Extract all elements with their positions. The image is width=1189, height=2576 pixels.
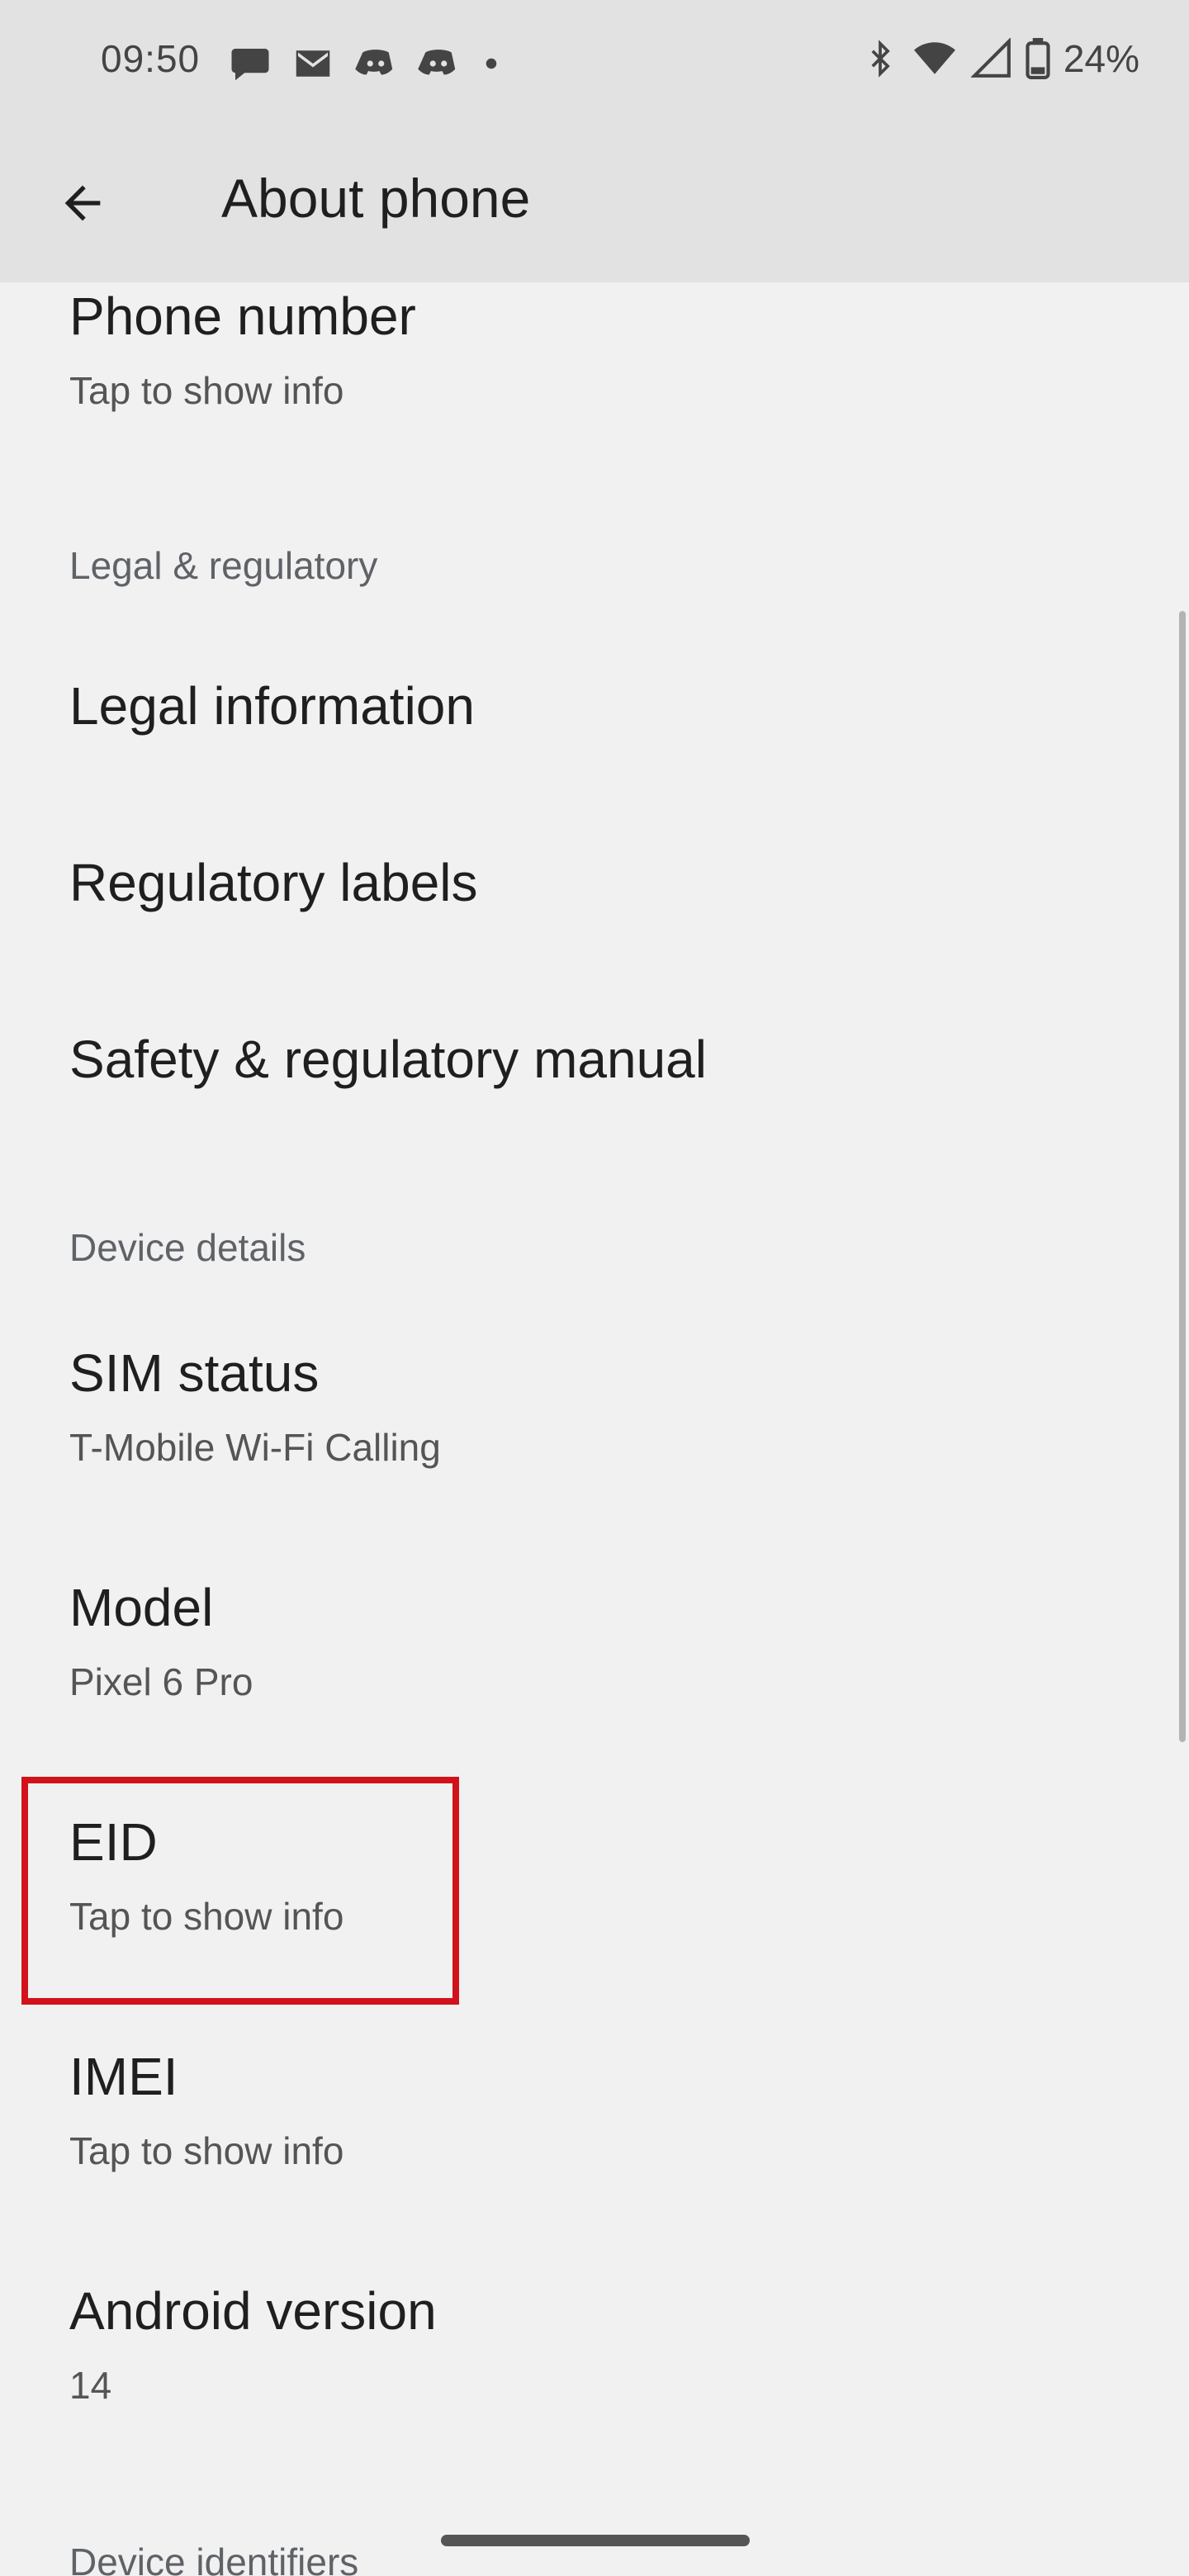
pref-title: Regulatory labels: [69, 853, 478, 912]
system-icons: 24%: [862, 36, 1139, 81]
bluetooth-icon: [871, 40, 890, 78]
battery-icon: [1026, 38, 1050, 79]
pref-title: Model: [69, 1578, 214, 1637]
messages-icon: [231, 49, 269, 81]
pref-summary: Pixel 6 Pro: [69, 1660, 253, 1703]
pref-sim-status[interactable]: SIM status T-Mobile Wi-Fi Calling: [0, 1342, 1189, 1565]
highlight-box: [21, 1777, 459, 2005]
battery-percent: 24%: [1063, 37, 1139, 80]
pref-safety-manual[interactable]: Safety & regulatory manual: [0, 991, 1189, 1156]
settings-list[interactable]: Phone number Tap to show info Legal & re…: [0, 282, 1189, 2576]
pref-title: Phone number: [69, 286, 416, 346]
pref-summary: T-Mobile Wi-Fi Calling: [69, 1426, 441, 1469]
arrow-back-icon: [64, 185, 101, 221]
section-header-device-details: Device details: [69, 1226, 306, 1269]
pref-legal-information[interactable]: Legal information: [0, 637, 1189, 803]
pref-imei[interactable]: IMEI Tap to show info: [0, 2046, 1189, 2269]
discord-icon: [355, 50, 393, 75]
gmail-icon: [296, 50, 330, 77]
notification-icons: [228, 41, 504, 86]
pref-title: IMEI: [69, 2047, 178, 2106]
back-button[interactable]: [33, 154, 132, 253]
wifi-icon: [913, 42, 955, 74]
pref-summary: 14: [69, 2364, 112, 2407]
app-bar: About phone: [0, 121, 1189, 282]
pref-regulatory-labels[interactable]: Regulatory labels: [0, 814, 1189, 979]
gesture-nav-handle[interactable]: [441, 2535, 750, 2546]
dot-icon: [486, 58, 497, 69]
pref-title: SIM status: [69, 1343, 320, 1403]
section-header-legal: Legal & regulatory: [69, 544, 378, 587]
pref-title: Legal information: [69, 676, 475, 736]
pref-title: Android version: [69, 2281, 437, 2341]
page-title: About phone: [221, 168, 531, 229]
pref-phone-number[interactable]: Phone number Tap to show info: [0, 282, 1189, 459]
pref-android-version[interactable]: Android version 14: [0, 2280, 1189, 2503]
pref-summary: Tap to show info: [69, 2129, 344, 2172]
pref-model[interactable]: Model Pixel 6 Pro: [0, 1577, 1189, 1800]
section-header-device-identifiers: Device identifiers: [69, 2540, 359, 2576]
cell-signal-icon: [970, 38, 1011, 78]
scrollbar[interactable]: [1179, 611, 1186, 1742]
pref-summary: Tap to show info: [69, 369, 344, 412]
discord-icon: [418, 50, 456, 75]
status-time: 09:50: [101, 37, 201, 80]
pref-title: Safety & regulatory manual: [69, 1030, 707, 1089]
status-bar: 09:50 24%: [0, 0, 1189, 121]
